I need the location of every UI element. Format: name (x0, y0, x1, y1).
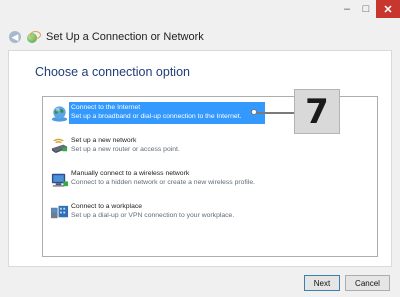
option-description: Connect to a hidden network or create a … (71, 179, 255, 186)
maximize-button[interactable]: □ (356, 0, 376, 18)
option-description: Set up a new router or access point. (71, 146, 180, 153)
next-button[interactable]: Next (304, 275, 340, 291)
content-panel: Choose a connection option Connect to th… (8, 50, 392, 267)
title-bar: – □ ✕ (0, 0, 400, 24)
setup-connection-window: – □ ✕ ◀ Set Up a Connection or Network C… (0, 0, 400, 297)
option-workplace[interactable]: Connect to a workplace Set up a dial-up … (47, 201, 367, 225)
network-setup-icon (27, 30, 41, 44)
option-description: Set up a dial-up or VPN connection to yo… (71, 212, 235, 219)
minimize-button[interactable]: – (337, 0, 357, 18)
step-number-badge: 7 (294, 89, 340, 134)
option-new-network[interactable]: Set up a new network Set up a new router… (47, 135, 367, 159)
globe-network-icon (51, 106, 68, 122)
option-title: Connect to the Internet (71, 104, 141, 111)
router-icon (51, 138, 68, 154)
option-title: Set up a new network (71, 137, 137, 144)
wireless-network-icon (51, 173, 69, 187)
page-heading: Choose a connection option (35, 65, 190, 79)
callout-pointer-dot (251, 109, 257, 115)
window-title: Set Up a Connection or Network (46, 31, 204, 43)
option-description: Set up a broadband or dial-up connection… (71, 113, 242, 120)
close-button[interactable]: ✕ (376, 0, 400, 18)
option-title: Manually connect to a wireless network (71, 170, 190, 177)
workplace-connection-icon (50, 205, 69, 219)
callout-pointer-line (252, 111, 294, 114)
option-title: Connect to a workplace (71, 203, 143, 210)
navigation-bar: ◀ Set Up a Connection or Network (0, 24, 400, 50)
option-manual-wireless[interactable]: Manually connect to a wireless network C… (47, 168, 367, 192)
cancel-button[interactable]: Cancel (345, 275, 390, 291)
back-arrow-icon[interactable]: ◀ (9, 31, 21, 43)
